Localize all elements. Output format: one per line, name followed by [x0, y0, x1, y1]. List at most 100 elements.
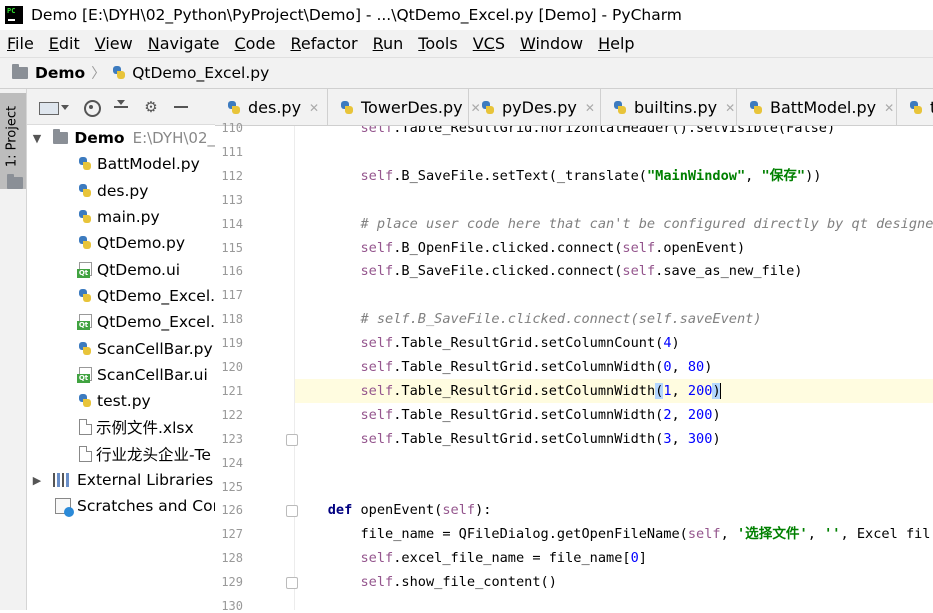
code-line[interactable]: self.show_file_content() — [295, 570, 933, 594]
qt-ui-file-icon — [77, 314, 93, 331]
tree-file-item[interactable]: 行业龙头企业-Te — [27, 441, 215, 467]
code-line[interactable]: file_name = QFileDialog.getOpenFileName(… — [295, 522, 933, 546]
python-file-icon — [77, 288, 93, 304]
code-view[interactable]: self.Table_ResultGrid.horizontalHeader()… — [295, 126, 933, 610]
editor-tab[interactable]: TowerDes.py ✕ — [328, 89, 481, 125]
minimize-icon[interactable] — [173, 99, 189, 115]
code-line[interactable]: # place user code here that can't be con… — [295, 212, 933, 236]
editor-area: des.py ✕ TowerDes.py ✕ pyDes.py ✕ builtins.py ✕… — [215, 89, 933, 613]
python-file-icon — [339, 100, 355, 116]
tree-file-item[interactable]: QtDemo.ui — [27, 256, 215, 282]
menu-item[interactable]: Window — [520, 34, 583, 53]
project-view-dropdown-icon[interactable] — [39, 99, 69, 115]
line-number: 118 — [221, 312, 243, 327]
line-number: 130 — [221, 599, 243, 613]
python-file-icon — [748, 100, 764, 116]
menu-item[interactable]: Code — [235, 34, 276, 53]
menu-label: dit — [58, 34, 80, 53]
menu-item[interactable]: Help — [598, 34, 634, 53]
tree-file-item[interactable]: QtDemo.py — [27, 230, 215, 256]
left-tool-strip: 1: Project — [0, 89, 27, 610]
editor-tab[interactable]: t — [897, 89, 933, 125]
code-line[interactable] — [295, 475, 933, 499]
editor-tab-label: des.py — [248, 98, 302, 117]
chevron-down-icon[interactable]: ▼ — [31, 132, 43, 145]
editor-tab[interactable]: builtins.py ✕ — [601, 89, 737, 125]
code-line[interactable]: def openEvent(self): — [295, 498, 933, 522]
tree-file-item[interactable]: BattModel.py — [27, 151, 215, 177]
code-line[interactable]: self.Table_ResultGrid.setColumnWidth(2, … — [295, 403, 933, 427]
tree-file-item[interactable]: main.py — [27, 204, 215, 230]
tree-file-item[interactable]: 示例文件.xlsx — [27, 414, 215, 440]
menu-mnemonic: F — [7, 34, 16, 53]
collapse-all-icon[interactable] — [113, 99, 129, 115]
scroll-from-source-icon[interactable] — [83, 99, 101, 117]
menu-item[interactable]: Navigate — [148, 34, 220, 53]
menu-item[interactable]: View — [95, 34, 133, 53]
tree-file-item[interactable]: ScanCellBar.py — [27, 335, 215, 361]
breadcrumb: Demo 〉 QtDemo_Excel.py — [0, 57, 933, 89]
python-file-icon — [226, 100, 242, 116]
code-line[interactable]: self.excel_file_name = file_name[0] — [295, 546, 933, 570]
python-file-icon — [77, 156, 93, 172]
menu-item[interactable]: VCS — [473, 34, 505, 53]
close-icon[interactable]: ✕ — [884, 101, 894, 115]
menu-mnemonic: E — [48, 34, 59, 53]
tree-file-item[interactable]: QtDemo_Excel. — [27, 283, 215, 309]
scratches-label: Scratches and Cons — [77, 497, 215, 516]
line-number: 121 — [221, 383, 243, 398]
menu-label: avigate — [159, 34, 220, 53]
menu-item[interactable]: Edit — [49, 34, 80, 53]
breadcrumb-project[interactable]: Demo — [35, 64, 85, 82]
menu-mnemonic: V — [94, 34, 106, 53]
close-icon[interactable]: ✕ — [309, 101, 319, 115]
code-line[interactable]: self.B_SaveFile.clicked.connect(self.sav… — [295, 259, 933, 283]
code-line[interactable]: self.Table_ResultGrid.setColumnWidth(1, … — [295, 378, 933, 403]
code-line[interactable]: self.Table_ResultGrid.setColumnCount(4) — [295, 331, 933, 355]
tree-scratches[interactable]: Scratches and Cons — [27, 493, 215, 519]
menu-label: ode — [245, 34, 276, 53]
menu-item[interactable]: Run — [373, 34, 404, 53]
tree-file-item[interactable]: test.py — [27, 388, 215, 414]
chevron-right-icon[interactable]: ▶ — [31, 474, 43, 487]
tree-file-item[interactable]: des.py — [27, 178, 215, 204]
code-line[interactable]: # self.B_SaveFile.clicked.connect(self.s… — [295, 307, 933, 331]
editor-tab[interactable]: pyDes.py ✕ — [469, 89, 601, 125]
close-icon[interactable]: ✕ — [725, 101, 735, 115]
external-libraries-label: External Libraries — [77, 471, 214, 489]
menu-label: elp — [610, 34, 635, 53]
close-icon[interactable]: ✕ — [585, 101, 595, 115]
project-tool-window-button[interactable]: 1: Project — [0, 93, 26, 189]
xlsx-file-icon — [79, 419, 92, 436]
gear-icon[interactable]: ⚙ — [143, 99, 159, 115]
code-line[interactable]: self.B_OpenFile.clicked.connect(self.ope… — [295, 236, 933, 260]
code-line[interactable] — [295, 283, 933, 307]
tree-root-name: Demo — [74, 129, 125, 148]
tree-root[interactable]: ▼ Demo E:\DYH\02_ — [27, 125, 215, 151]
menu-item[interactable]: Refactor — [290, 34, 357, 53]
tree-file-label: 示例文件.xlsx — [96, 419, 194, 438]
breadcrumb-file[interactable]: QtDemo_Excel.py — [132, 64, 269, 82]
code-line[interactable]: self.Table_ResultGrid.setColumnWidth(0, … — [295, 355, 933, 379]
folder-icon — [53, 129, 69, 145]
menu-mnemonic: R — [290, 34, 301, 53]
tree-file-item[interactable]: ScanCellBar.ui — [27, 362, 215, 388]
menu-mnemonic: N — [147, 34, 160, 53]
line-number: 116 — [221, 264, 243, 279]
editor-tab-bar: des.py ✕ TowerDes.py ✕ pyDes.py ✕ builtins.py ✕… — [215, 89, 933, 126]
code-line[interactable] — [295, 140, 933, 164]
code-line[interactable] — [295, 451, 933, 475]
menu-item[interactable]: Tools — [418, 34, 457, 53]
code-line[interactable] — [295, 594, 933, 610]
tree-file-item[interactable]: QtDemo_Excel. — [27, 309, 215, 335]
menu-item[interactable]: File — [7, 34, 34, 53]
menu-mnemonic: W — [519, 34, 536, 53]
tree-external-libraries[interactable]: ▶ External Libraries — [27, 467, 215, 493]
code-line[interactable]: self.B_SaveFile.setText(_translate("Main… — [295, 164, 933, 188]
editor-tab[interactable]: BattModel.py ✕ — [737, 89, 897, 125]
code-line[interactable] — [295, 188, 933, 212]
code-line[interactable]: self.Table_ResultGrid.horizontalHeader()… — [295, 126, 933, 140]
tree-file-label: 行业龙头企业-Te — [96, 445, 211, 464]
tree-file-label: test.py — [97, 392, 151, 411]
code-line[interactable]: self.Table_ResultGrid.setColumnWidth(3, … — [295, 427, 933, 451]
